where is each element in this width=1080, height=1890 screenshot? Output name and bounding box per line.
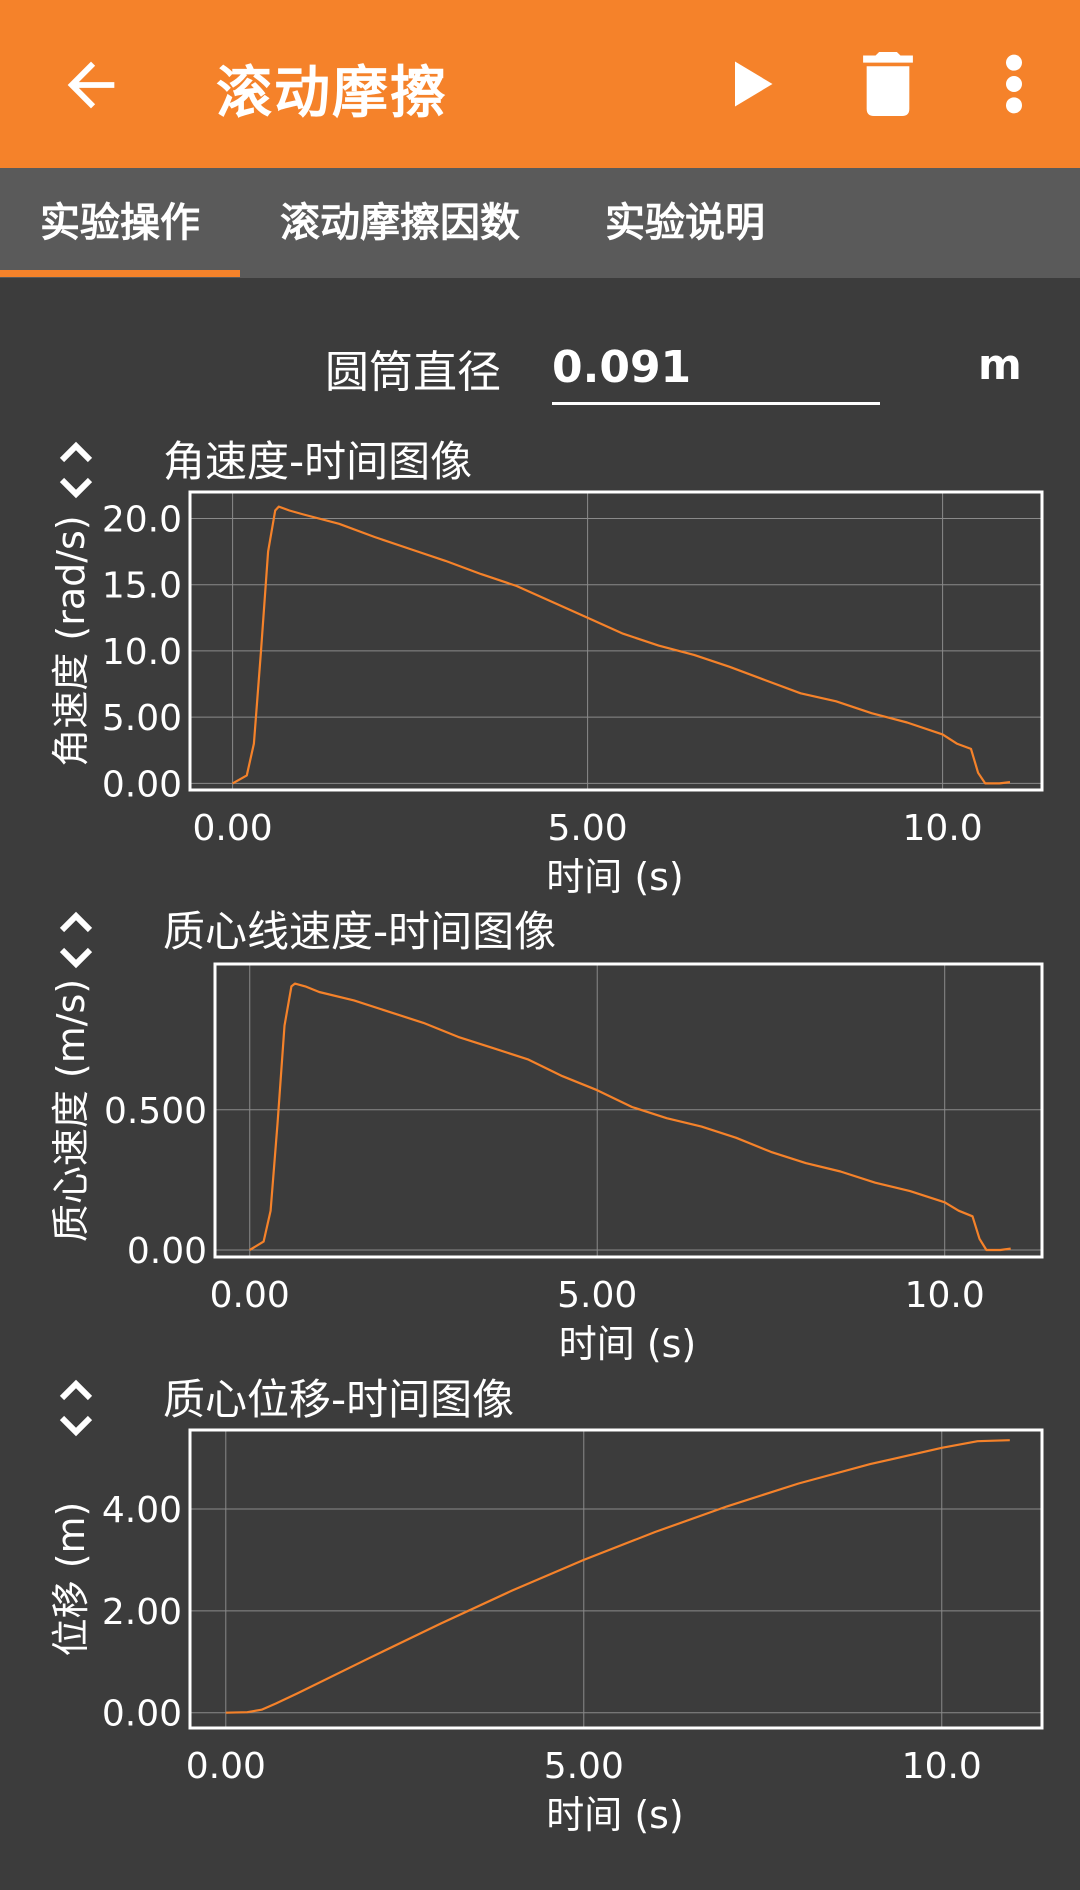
plot-frame	[188, 490, 1044, 792]
y-tick-label: 2.00	[102, 1592, 182, 1633]
y-axis-label: 角速度 (rad/s)	[49, 515, 93, 766]
trash-icon[interactable]	[860, 52, 916, 116]
x-tick-label: 10.0	[902, 1746, 982, 1787]
plot-frame	[213, 962, 1044, 1259]
y-tick-label: 0.00	[102, 1694, 182, 1735]
series-line	[249, 982, 1011, 1252]
y-tick-label: 20.0	[102, 499, 182, 540]
tab-rolling-friction-coefficient[interactable]: 滚动摩擦因数	[250, 168, 550, 278]
x-axis-label: 时间 (s)	[546, 855, 684, 899]
diameter-label: 圆筒直径	[325, 347, 501, 398]
page-title: 滚动摩擦	[216, 61, 448, 126]
x-tick-label: 5.00	[544, 1746, 624, 1787]
y-tick-label: 10.0	[102, 632, 182, 673]
x-tick-label: 5.00	[557, 1275, 637, 1316]
chart-title: 质心线速度-时间图像	[163, 907, 556, 956]
y-tick-label: 0.00	[102, 764, 182, 805]
tab-experiment-operation[interactable]: 实验操作	[0, 168, 240, 278]
tab-experiment-description[interactable]: 实验说明	[570, 168, 800, 278]
y-tick-label: 5.00	[102, 698, 182, 739]
linear-velocity-chart: 质心线速度-时间图像 0.00 5.00 10.0 0.00 0.500 时间 (s) 质心速…	[0, 900, 1080, 1366]
diameter-input[interactable]	[552, 332, 880, 405]
y-tick-label: 0.500	[104, 1091, 207, 1132]
y-tick-label: 0.00	[127, 1231, 207, 1272]
x-tick-label: 5.00	[548, 808, 628, 849]
chart-title: 角速度-时间图像	[163, 437, 472, 486]
x-tick-label: 0.00	[210, 1275, 290, 1316]
play-icon[interactable]	[720, 54, 780, 114]
chart-svg: 质心线速度-时间图像 0.00 5.00 10.0 0.00 0.500 时间 (s) 质心速…	[49, 907, 1044, 1366]
x-axis-label: 时间 (s)	[559, 1322, 697, 1366]
tab-selected-indicator	[0, 270, 240, 277]
back-arrow-icon[interactable]	[56, 50, 126, 120]
tab-bar: 实验操作 滚动摩擦因数 实验说明	[0, 168, 1080, 278]
series-line	[225, 1439, 1010, 1714]
y-tick-label: 15.0	[102, 566, 182, 607]
series-line	[232, 505, 1011, 785]
y-tick-label: 4.00	[102, 1490, 182, 1531]
chart-svg: 角速度-时间图像 0.00 5.00 10.0 0.00 5.00 10.0 15.0 20.0…	[49, 437, 1044, 899]
app-bar: 滚动摩擦	[0, 0, 1080, 168]
displacement-chart: 质心位移-时间图像 0.00 5.00 10.0 0.00 2.00 4.00 时间 (s) 位…	[0, 1368, 1080, 1837]
more-vert-icon[interactable]	[1000, 52, 1028, 116]
x-tick-label: 10.0	[905, 1275, 985, 1316]
y-axis-label: 质心速度 (m/s)	[49, 979, 93, 1242]
chart-title: 质心位移-时间图像	[163, 1375, 514, 1424]
x-tick-label: 0.00	[186, 1746, 266, 1787]
angular-velocity-chart: 角速度-时间图像 0.00 5.00 10.0 0.00 5.00 10.0 15.0 20.0…	[0, 430, 1080, 900]
y-axis-label: 位移 (m)	[49, 1502, 93, 1657]
x-tick-label: 10.0	[903, 808, 983, 849]
diameter-unit: m	[978, 340, 1022, 389]
x-tick-label: 0.00	[193, 808, 273, 849]
chart-svg: 质心位移-时间图像 0.00 5.00 10.0 0.00 2.00 4.00 时间 (s) 位…	[49, 1375, 1044, 1837]
x-axis-label: 时间 (s)	[546, 1793, 684, 1837]
